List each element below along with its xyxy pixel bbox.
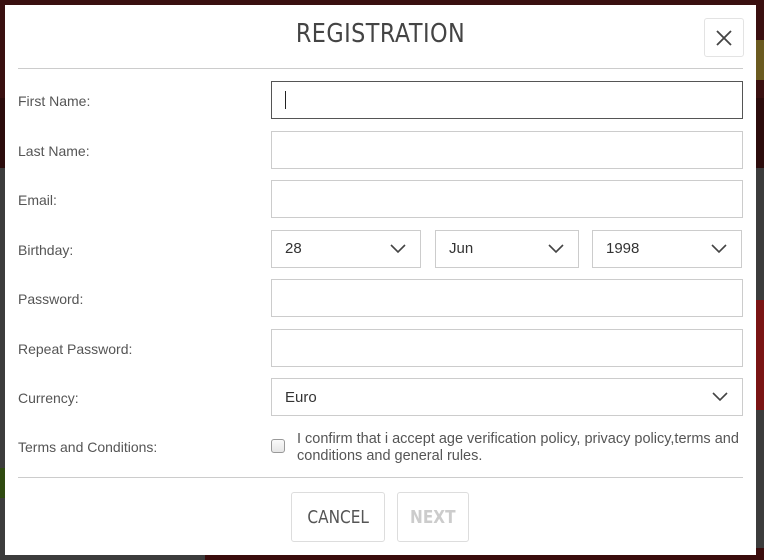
terms-checkbox[interactable]	[271, 438, 285, 453]
currency-select[interactable]: Euro	[271, 378, 743, 416]
email-row: Email:	[18, 180, 743, 230]
birthday-year-select[interactable]: 1998	[592, 229, 742, 268]
terms-row: Terms and Conditions: I confirm that i a…	[18, 428, 743, 480]
cancel-button[interactable]: CANCEL	[291, 492, 385, 542]
chevron-down-icon	[712, 392, 728, 402]
chevron-down-icon	[390, 243, 406, 253]
currency-label: Currency:	[18, 390, 79, 406]
text-cursor	[285, 91, 286, 109]
chevron-down-icon	[548, 243, 564, 253]
first-name-label: First Name:	[18, 93, 91, 109]
modal-title: REGISTRATION	[295, 19, 466, 49]
footer-divider	[18, 477, 743, 478]
repeat-password-row: Repeat Password:	[18, 328, 743, 379]
last-name-label: Last Name:	[18, 142, 90, 159]
last-name-input[interactable]	[271, 130, 743, 169]
birthday-month-value: Jun	[449, 240, 474, 257]
email-label: Email:	[18, 192, 57, 208]
terms-label: Terms and Conditions:	[18, 438, 158, 455]
chevron-down-icon	[711, 243, 727, 253]
birthday-label: Birthday:	[18, 241, 74, 258]
birthday-row: Birthday: 28 Jun 1998	[18, 229, 743, 280]
repeat-password-input[interactable]	[271, 328, 743, 367]
registration-form: First Name: Last Name: Email: Birthday: …	[18, 81, 743, 480]
password-row: Password:	[18, 279, 743, 329]
email-input[interactable]	[271, 180, 743, 218]
cancel-button-label: CANCEL	[307, 506, 369, 528]
next-button-label: NEXT	[410, 506, 456, 528]
birthday-month-select[interactable]: Jun	[435, 229, 579, 268]
birthday-day-select[interactable]: 28	[271, 229, 421, 268]
close-button[interactable]	[704, 18, 744, 57]
birthday-day-value: 28	[285, 240, 302, 257]
registration-modal: REGISTRATION First Name: Last Name: Emai…	[5, 5, 756, 555]
modal-header: REGISTRATION	[18, 5, 744, 69]
last-name-row: Last Name:	[18, 130, 743, 181]
terms-text: I confirm that i accept age verification…	[297, 430, 739, 464]
password-input[interactable]	[271, 279, 743, 317]
currency-value: Euro	[285, 388, 317, 406]
close-icon	[716, 29, 732, 46]
currency-row: Currency: Euro	[18, 378, 743, 428]
password-label: Password:	[18, 291, 84, 307]
birthday-year-value: 1998	[606, 240, 640, 257]
first-name-input[interactable]	[271, 81, 743, 119]
next-button[interactable]: NEXT	[397, 492, 469, 542]
repeat-password-label: Repeat Password:	[18, 340, 133, 357]
first-name-row: First Name:	[18, 81, 743, 131]
